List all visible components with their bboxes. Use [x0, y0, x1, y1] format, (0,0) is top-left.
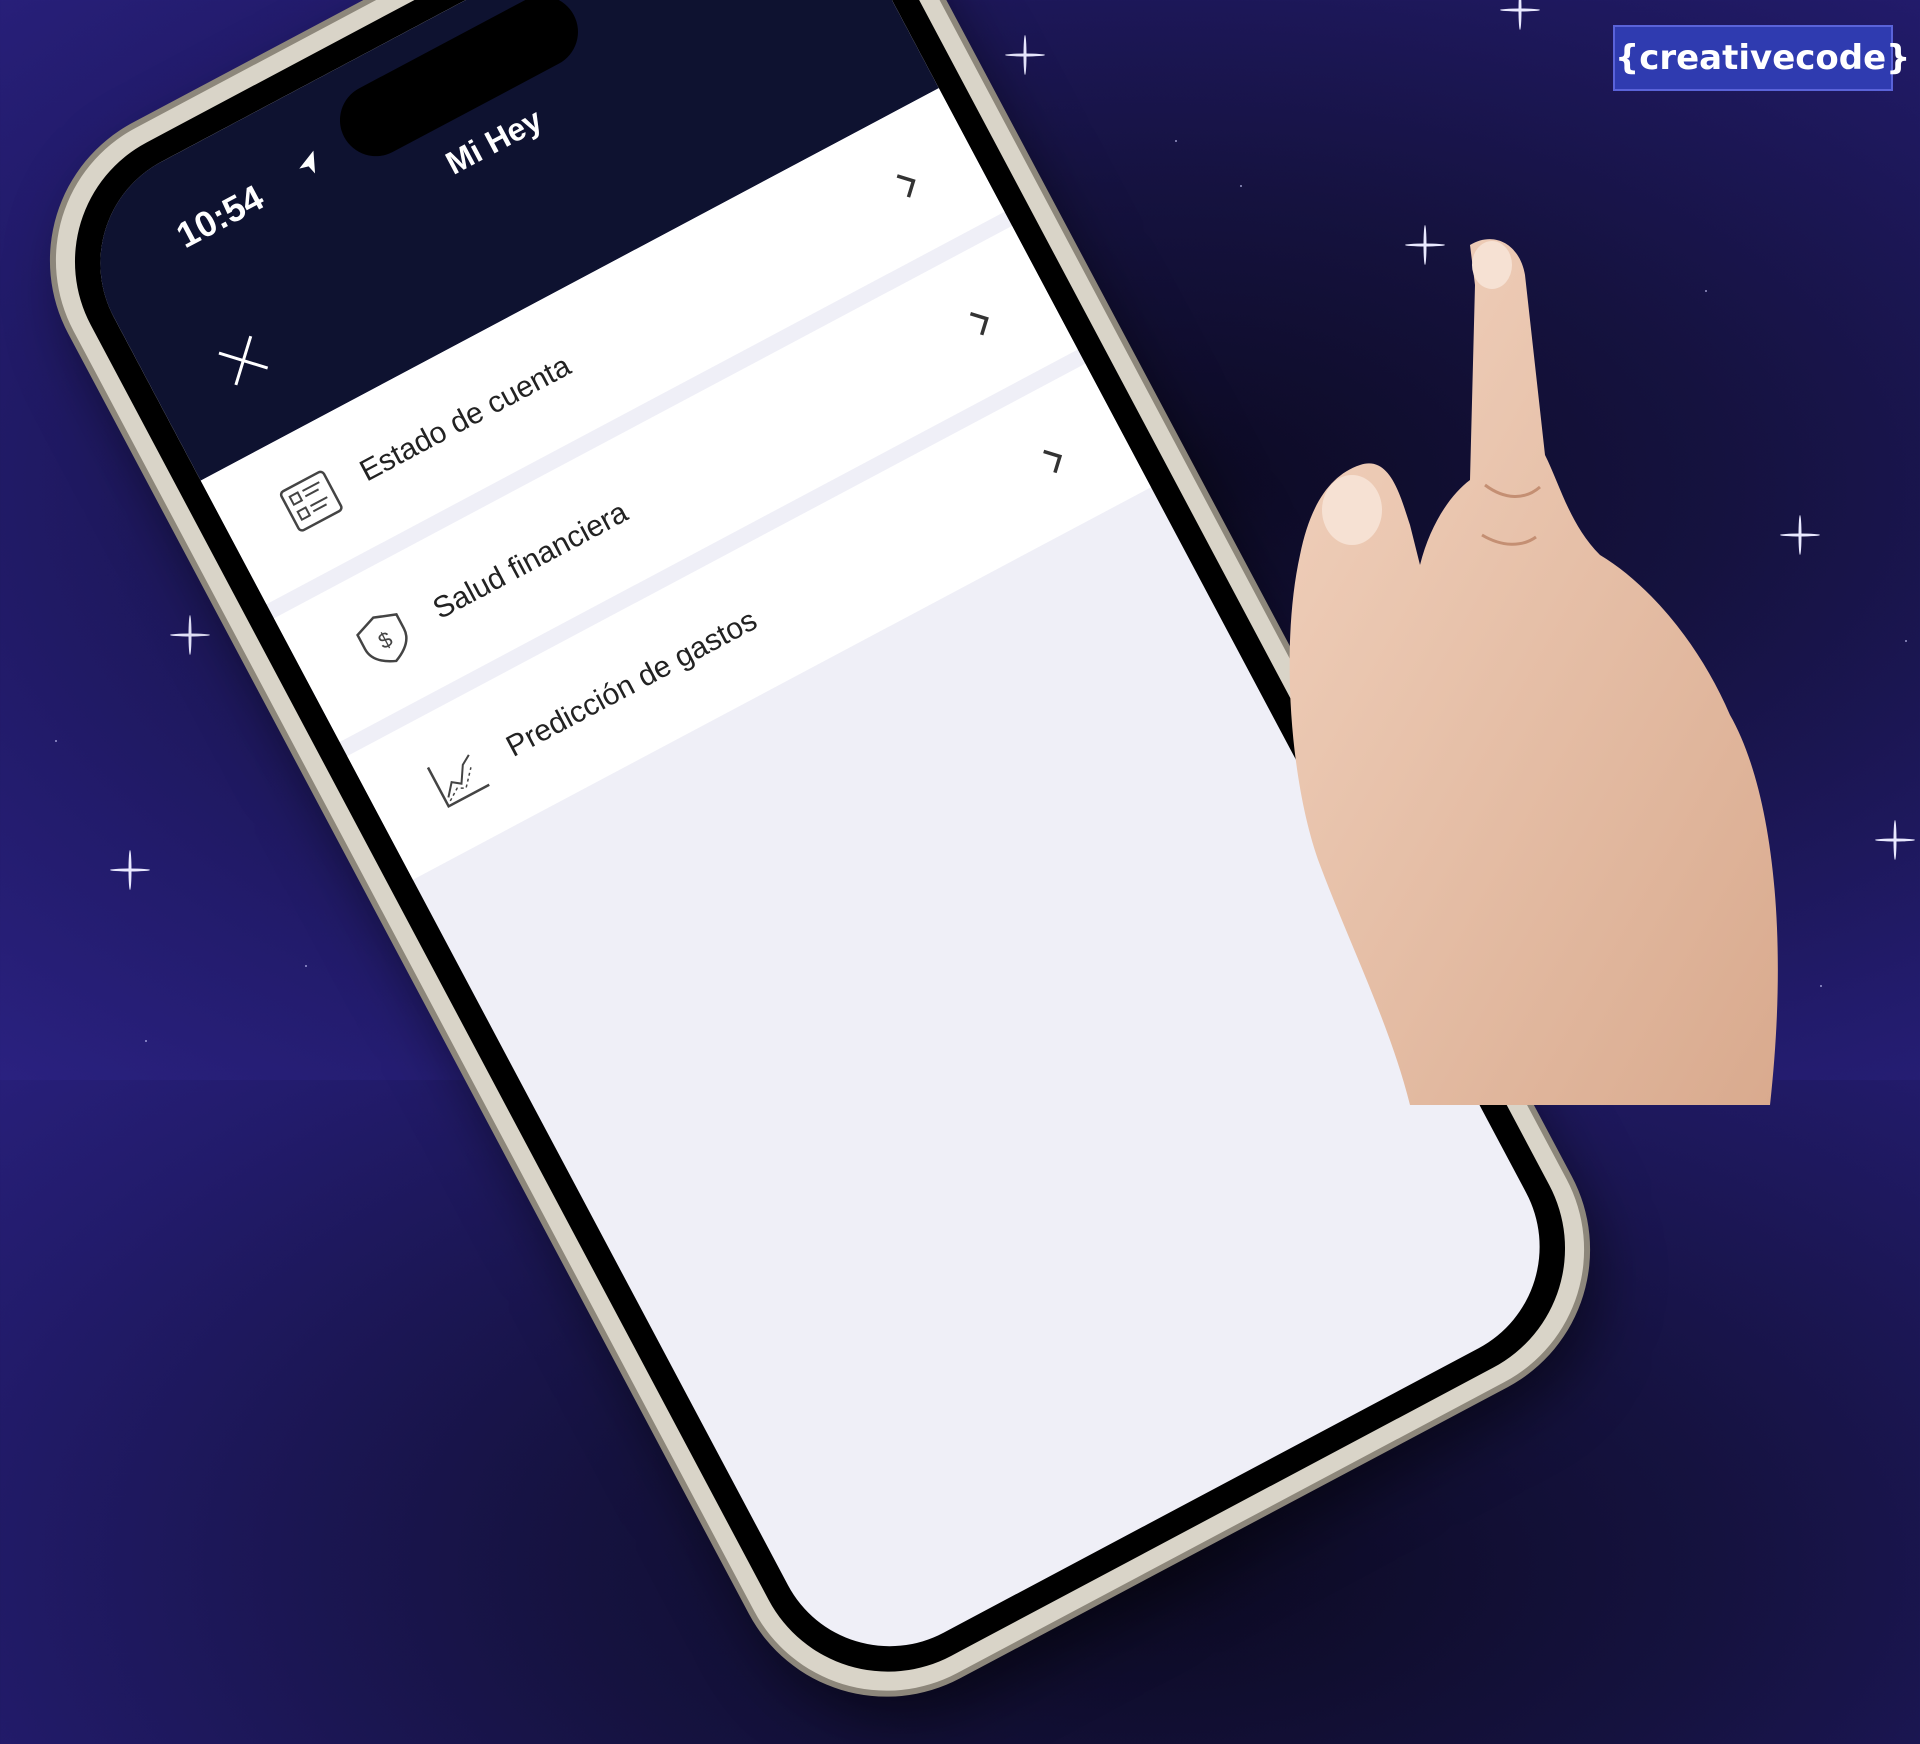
trend-chart-icon	[426, 754, 490, 809]
sparkle-star-icon	[170, 615, 210, 655]
sparkle-star-icon	[1005, 35, 1045, 75]
star-dot	[1905, 640, 1907, 642]
svg-text:$: $	[374, 626, 397, 654]
sparkle-star-icon	[1875, 820, 1915, 860]
brand-label: {creativecode}	[1615, 38, 1911, 78]
star-dot	[1175, 140, 1177, 142]
document-list-icon	[279, 470, 343, 532]
sparkle-star-icon	[1500, 0, 1540, 30]
close-icon[interactable]	[211, 328, 276, 393]
star-dot	[55, 740, 57, 742]
star-dot	[145, 1040, 147, 1042]
menu-item-label: Salud financiera	[427, 495, 634, 626]
brand-badge: {creativecode}	[1613, 25, 1910, 91]
pointing-hand-image	[1289, 239, 1778, 1105]
sparkle-star-icon	[110, 850, 150, 890]
chevron-right-icon	[896, 174, 916, 198]
location-arrow-icon	[299, 150, 316, 174]
chevron-right-icon	[969, 312, 989, 336]
star-dot	[305, 965, 307, 967]
chevron-right-icon	[1043, 449, 1063, 474]
status-time: 10:54	[169, 176, 271, 256]
shield-dollar-icon: $	[356, 613, 408, 663]
star-dot	[1240, 185, 1242, 187]
